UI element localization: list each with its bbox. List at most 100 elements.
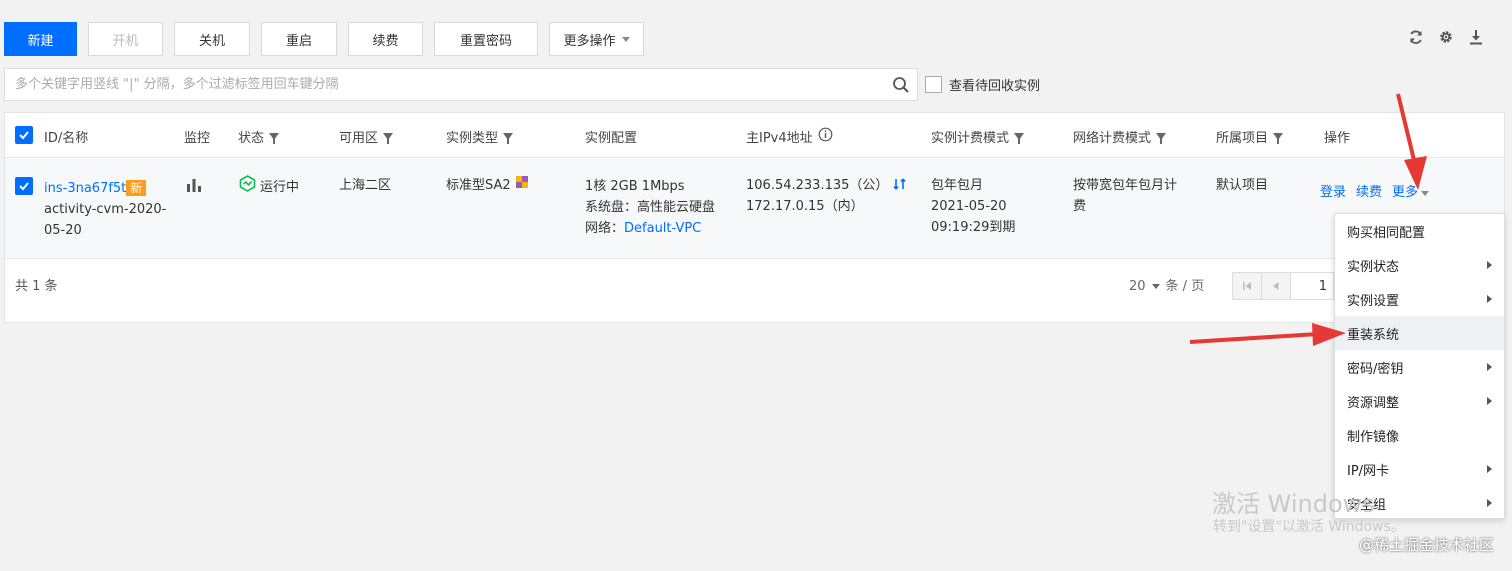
header-config: 实例配置 [585,131,638,146]
new-instance-button[interactable]: 新建 [4,22,77,56]
vpc-link[interactable]: Default-VPC [624,221,701,236]
filter-icon[interactable] [503,133,514,144]
header-project[interactable]: 所属项目 [1216,127,1284,146]
menu-item-reinstall-system[interactable]: 重装系统 [1335,316,1504,350]
select-all-checkbox[interactable] [15,126,33,144]
menu-item-ip-nic[interactable]: IP/网卡 [1335,452,1504,486]
menu-item-instance-status[interactable]: 实例状态 [1335,248,1504,282]
expiry-date: 2021-05-20 [931,199,1007,214]
header-zone[interactable]: 可用区 [339,127,394,146]
filter-icon[interactable] [269,133,280,144]
recycle-checkbox[interactable] [925,76,942,93]
page-size-select[interactable]: 20 条 / 页 [1129,276,1204,297]
monitor-chart-icon[interactable] [186,177,202,200]
net-billing-cell: 按带宽包年包月计 费 [1073,175,1177,217]
menu-item-instance-settings[interactable]: 实例设置 [1335,282,1504,316]
download-icon[interactable] [1468,29,1484,45]
menu-item-resource-adjust[interactable]: 资源调整 [1335,384,1504,418]
first-page-button[interactable] [1232,272,1262,300]
login-link[interactable]: 登录 [1320,181,1346,200]
menu-item-password-key[interactable]: 密码/密钥 [1335,350,1504,384]
page-size-value: 20 [1129,279,1146,294]
zone-cell: 上海二区 [339,178,392,193]
type-cell: 标准型SA2 [446,175,529,196]
instance-name-line2: 05-20 [44,223,82,238]
prev-page-button[interactable] [1261,272,1291,300]
more-dropdown-menu: 购买相同配置 实例状态 实例设置 重装系统 密码/密钥 资源调整 制作镜像 IP… [1334,213,1505,519]
expiry-time: 09:19:29到期 [931,220,1016,235]
instance-name-line1: activity-cvm-2020- [44,202,167,217]
source-credit: @稀土掘金技术社区 [1358,536,1494,554]
info-icon[interactable] [818,127,833,146]
reset-password-button[interactable]: 重置密码 [434,22,538,56]
header-net-billing[interactable]: 网络计费模式 [1073,127,1167,146]
page-number: 1 [1318,278,1327,294]
menu-item-buy-same[interactable]: 购买相同配置 [1335,214,1504,248]
chevron-right-icon [1487,363,1492,371]
table-row: ins-3na67f5t 新 activity-cvm-2020- 05-20 运… [5,159,1504,259]
public-ip: 106.54.233.135（公） [746,178,889,193]
more-actions-dropdown[interactable]: 更多操作 [549,22,644,56]
header-monitor: 监控 [184,131,211,146]
menu-item-create-image[interactable]: 制作镜像 [1335,418,1504,452]
header-billing[interactable]: 实例计费模式 [931,127,1025,146]
filter-icon[interactable] [1014,133,1025,144]
restart-button[interactable]: 重启 [261,22,337,56]
filter-icon[interactable] [1273,133,1284,144]
billing-mode: 包年包月 [931,178,984,193]
chevron-right-icon [1487,499,1492,507]
header-ip: 主IPv4地址 [746,127,833,146]
instance-table: ID/名称 监控 状态 可用区 实例类型 实例配置 主IPv4地址 实例计费模式… [4,112,1505,323]
type-text: 标准型SA2 [446,178,511,193]
row-checkbox[interactable] [15,177,33,195]
filter-icon[interactable] [383,133,394,144]
gear-icon[interactable] [1438,29,1454,45]
start-button[interactable]: 开机 [88,22,163,56]
recycle-toggle[interactable]: 查看待回收实例 [925,75,1040,94]
chevron-right-icon [1487,397,1492,405]
checkbox-checked-icon [15,177,33,195]
amd-badge-icon [515,176,529,193]
checkbox-checked-icon [15,126,33,144]
chevron-down-icon [1421,191,1430,196]
swap-ip-icon[interactable] [892,178,907,193]
more-actions-label: 更多操作 [563,33,616,49]
search-bar [4,68,918,101]
table-header: ID/名称 监控 状态 可用区 实例类型 实例配置 主IPv4地址 实例计费模式… [5,113,1504,158]
status-cell: 运行中 [239,175,299,199]
chevron-down-icon [1151,284,1160,289]
chevron-right-icon [1487,261,1492,269]
chevron-right-icon [1487,465,1492,473]
toolbar-icons [1408,29,1484,45]
more-link[interactable]: 更多 [1392,181,1430,200]
row-operations: 登录 续费 更多 [1320,181,1430,200]
instance-id-link[interactable]: ins-3na67f5t [44,181,126,196]
more-label: 更多 [1392,185,1419,200]
private-ip: 172.17.0.15（内） [746,199,864,214]
header-status[interactable]: 状态 [238,127,280,146]
search-icon[interactable] [892,76,910,98]
refresh-icon[interactable] [1408,29,1424,45]
billing-cell: 包年包月 2021-05-20 09:19:29到期 [931,175,1015,238]
page-number-input[interactable]: 1 [1290,272,1334,300]
running-icon [239,175,256,199]
config-spec: 1核 2GB 1Mbps [585,179,685,194]
chevron-right-icon [1487,295,1492,303]
new-badge: 新 [126,180,147,196]
header-type[interactable]: 实例类型 [446,127,514,146]
recycle-label: 查看待回收实例 [949,79,1041,94]
config-cell: 1核 2GB 1Mbps 系统盘：高性能云硬盘 网络：Default-VPC [585,176,715,239]
renew-link[interactable]: 续费 [1356,181,1382,200]
shutdown-button[interactable]: 关机 [174,22,250,56]
config-net-label: 网络： [585,221,625,236]
filter-icon[interactable] [1156,133,1167,144]
ip-cell: 106.54.233.135（公） 172.17.0.15（内） [746,175,907,217]
status-text: 运行中 [260,179,300,195]
search-input[interactable] [5,69,875,100]
net-billing-line2: 费 [1073,199,1087,214]
instance-id-cell: ins-3na67f5t 新 activity-cvm-2020- 05-20 [44,178,166,241]
header-id: ID/名称 [44,131,89,146]
renew-button[interactable]: 续费 [348,22,423,56]
config-disk: 系统盘：高性能云硬盘 [585,200,716,215]
windows-watermark-title: 激活 Windows [1212,490,1375,518]
